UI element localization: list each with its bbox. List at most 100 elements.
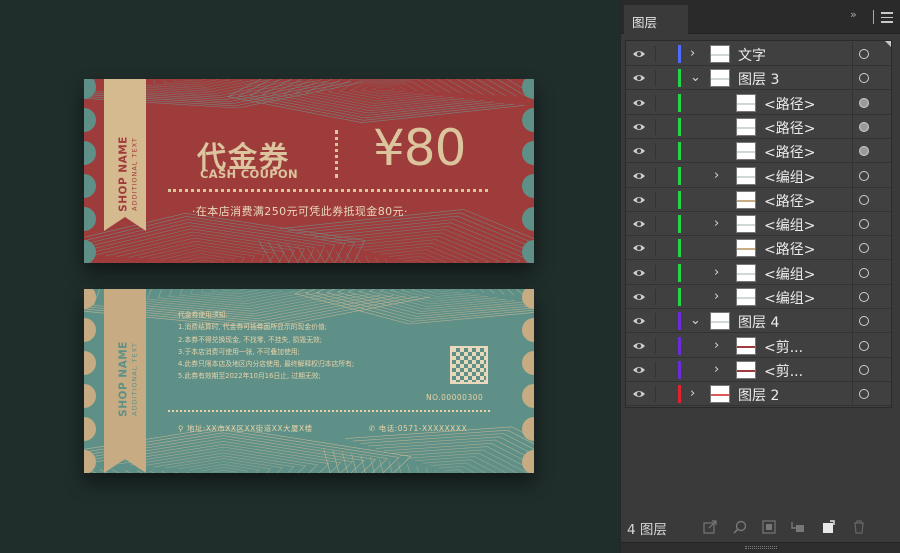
layer-name[interactable]: <编组> xyxy=(764,264,815,284)
layer-name[interactable]: <路径> xyxy=(764,191,815,211)
coupon-back[interactable]: SHOP NAME ADDITIONAL TEXT 代金券使用须知: 1.消费结… xyxy=(84,289,534,473)
layer-name[interactable]: <编组> xyxy=(764,215,815,235)
target-circle-icon[interactable] xyxy=(859,219,869,230)
layer-row[interactable]: › 文字 xyxy=(626,42,891,66)
visibility-eye-icon[interactable] xyxy=(632,267,646,279)
layer-name[interactable]: 图层 2 xyxy=(738,385,779,405)
layer-row[interactable]: <路径> xyxy=(626,236,891,261)
collapse-panel-icon[interactable]: » xyxy=(850,8,857,21)
layer-row[interactable]: › <编组> xyxy=(626,285,891,309)
expand-chevron-icon[interactable]: › xyxy=(714,362,719,377)
lock-toggle[interactable] xyxy=(655,361,673,378)
visibility-eye-icon[interactable] xyxy=(632,315,646,327)
visibility-eye-icon[interactable] xyxy=(632,170,646,182)
visibility-eye-icon[interactable] xyxy=(632,194,646,206)
lock-toggle[interactable] xyxy=(655,167,673,184)
coupon-front[interactable]: SHOP NAME ADDITIONAL TEXT 代金券 CASH COUPO… xyxy=(84,79,534,263)
layer-row[interactable]: › <编组> xyxy=(626,260,891,285)
target-circle-icon[interactable] xyxy=(859,194,869,205)
lock-toggle[interactable] xyxy=(655,94,673,111)
target-circle-icon[interactable] xyxy=(859,121,869,132)
search-icon[interactable] xyxy=(733,520,747,534)
layer-name[interactable]: <剪... xyxy=(764,361,803,381)
lock-toggle[interactable] xyxy=(655,313,673,330)
target-circle-icon[interactable] xyxy=(859,243,869,254)
layer-name[interactable]: 图层 3 xyxy=(738,69,779,89)
lock-toggle[interactable] xyxy=(655,70,673,87)
lock-toggle[interactable] xyxy=(655,337,673,354)
layer-name[interactable]: <路径> xyxy=(764,142,815,162)
panel-resize-grip[interactable] xyxy=(621,542,900,553)
target-circle-icon[interactable] xyxy=(859,364,869,375)
layer-row[interactable]: ⌄ 图层 3 xyxy=(626,66,891,91)
layer-row[interactable]: › <剪... xyxy=(626,357,891,382)
collapse-chevron-icon[interactable]: ⌄ xyxy=(690,70,701,85)
layer-row[interactable]: › 图层 2 xyxy=(626,382,891,407)
layer-name[interactable]: <路径> xyxy=(764,118,815,138)
collapse-chevron-icon[interactable]: ⌄ xyxy=(690,313,701,328)
panel-tab-bar: 图层 » xyxy=(621,0,900,35)
visibility-eye-icon[interactable] xyxy=(632,97,646,109)
lock-toggle[interactable] xyxy=(655,46,673,62)
export-icon[interactable] xyxy=(703,520,717,534)
layer-row[interactable]: › <编组> xyxy=(626,212,891,237)
lock-toggle[interactable] xyxy=(655,386,673,403)
layer-name[interactable]: <剪... xyxy=(764,337,803,357)
target-circle-icon[interactable] xyxy=(859,316,869,327)
visibility-eye-icon[interactable] xyxy=(632,48,646,60)
lock-toggle[interactable] xyxy=(655,240,673,257)
target-circle-icon[interactable] xyxy=(859,49,869,59)
layer-row[interactable]: ⌄ 图层 4 xyxy=(626,309,891,334)
expand-chevron-icon[interactable]: › xyxy=(714,289,719,304)
layer-name[interactable]: <编组> xyxy=(764,288,815,308)
target-circle-icon[interactable] xyxy=(859,292,869,302)
layer-row[interactable]: <路径> xyxy=(626,139,891,164)
expand-chevron-icon[interactable]: › xyxy=(690,386,695,401)
clipping-mask-icon[interactable] xyxy=(762,520,776,534)
target-circle-icon[interactable] xyxy=(859,340,869,351)
target-circle-icon[interactable] xyxy=(859,73,869,84)
trash-icon[interactable] xyxy=(852,520,866,534)
panel-menu-icon[interactable] xyxy=(881,12,893,26)
visibility-eye-icon[interactable] xyxy=(632,121,646,133)
expand-chevron-icon[interactable]: › xyxy=(714,338,719,353)
layer-row[interactable]: <路径> xyxy=(626,90,891,115)
visibility-eye-icon[interactable] xyxy=(632,340,646,352)
target-circle-icon[interactable] xyxy=(859,267,869,278)
visibility-eye-icon[interactable] xyxy=(632,145,646,157)
layer-name[interactable]: <路径> xyxy=(764,94,815,114)
expand-chevron-icon[interactable]: › xyxy=(714,265,719,280)
lock-toggle[interactable] xyxy=(655,216,673,233)
sublayer-icon[interactable] xyxy=(791,520,805,534)
artboard-canvas[interactable]: SHOP NAME ADDITIONAL TEXT 代金券 CASH COUPO… xyxy=(0,0,620,553)
lock-toggle[interactable] xyxy=(655,143,673,160)
layer-row[interactable]: <路径> xyxy=(626,187,891,212)
lock-toggle[interactable] xyxy=(655,118,673,135)
layer-row[interactable]: › <剪... xyxy=(626,333,891,358)
expand-chevron-icon[interactable]: › xyxy=(714,168,719,183)
layer-name[interactable]: 文字 xyxy=(738,45,766,65)
lock-toggle[interactable] xyxy=(655,264,673,281)
layer-name[interactable]: 图层 4 xyxy=(738,312,779,332)
layer-row[interactable]: <路径> xyxy=(626,114,891,139)
visibility-eye-icon[interactable] xyxy=(632,291,646,303)
lock-toggle[interactable] xyxy=(655,191,673,208)
visibility-eye-icon[interactable] xyxy=(632,218,646,230)
visibility-eye-icon[interactable] xyxy=(632,72,646,84)
new-layer-icon[interactable] xyxy=(821,520,835,534)
layer-name[interactable]: <路径> xyxy=(764,239,815,259)
visibility-eye-icon[interactable] xyxy=(632,242,646,254)
layer-name[interactable]: <编组> xyxy=(764,167,815,187)
expand-chevron-icon[interactable]: › xyxy=(690,46,695,61)
target-circle-icon[interactable] xyxy=(859,170,869,181)
target-circle-icon[interactable] xyxy=(859,97,869,108)
expand-chevron-icon[interactable]: › xyxy=(714,216,719,231)
visibility-eye-icon[interactable] xyxy=(632,388,646,400)
tab-layers[interactable]: 图层 xyxy=(624,5,688,35)
layer-row[interactable]: › <编组> xyxy=(626,163,891,188)
lock-toggle[interactable] xyxy=(655,289,673,305)
target-circle-icon[interactable] xyxy=(859,389,869,400)
layers-list[interactable]: › 文字 ⌄ 图层 3 <路径> <路径> <路径> › <编组> <路径> › <编组> <路径> › <… xyxy=(625,40,892,408)
visibility-eye-icon[interactable] xyxy=(632,364,646,376)
target-circle-icon[interactable] xyxy=(859,146,869,157)
